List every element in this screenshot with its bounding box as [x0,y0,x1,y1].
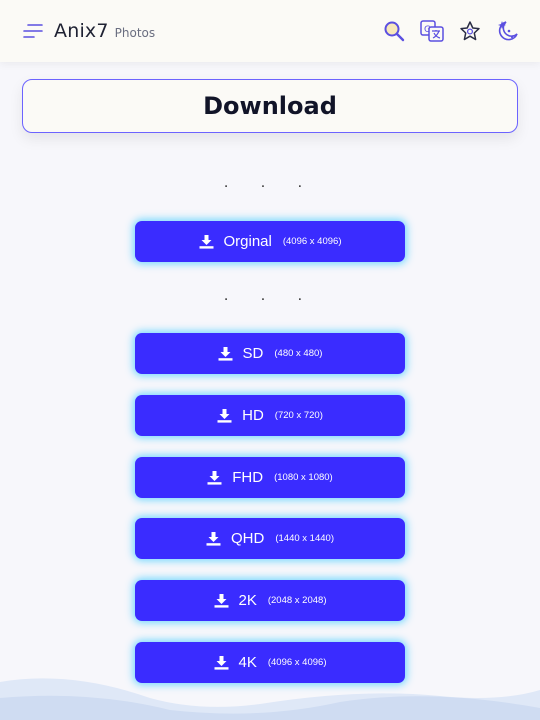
star-badge-icon[interactable] [458,19,482,43]
download-icon [207,470,222,485]
bottom-wave-decoration [0,678,540,720]
separator-dots: . . . [223,287,317,304]
download-label: FHD [232,469,264,486]
download-resolution: (720 x 720) [274,410,323,421]
app-name: Anix7 [54,20,109,42]
moon-stars-icon[interactable] [496,19,520,43]
app-section: Photos [114,26,156,40]
download-icon [206,531,221,546]
download-label: SD [242,345,264,362]
download-label: 2K [238,592,257,609]
download-resolution: (1440 x 1440) [275,533,334,544]
download-sd-button[interactable]: SD (480 x 480) [135,333,405,374]
download-resolution: (4096 x 4096) [282,236,342,247]
download-title-card: Download [22,79,518,133]
download-label: HD [242,407,264,424]
download-resolution: (4096 x 4096) [267,657,327,668]
separator-dots: . . . [223,174,317,191]
download-hd-button[interactable]: HD (720 x 720) [135,395,405,436]
download-resolution: (1080 x 1080) [274,472,333,483]
page-title: Download [203,92,337,120]
download-qhd-button[interactable]: QHD (1440 x 1440) [135,518,405,559]
download-icon [214,593,229,608]
translate-icon[interactable]: G [420,19,444,43]
menu-icon[interactable] [22,22,44,40]
header-actions: G [382,19,520,43]
download-original-button[interactable]: Orginal (4096 x 4096) [135,221,405,262]
download-2k-button[interactable]: 2K (2048 x 2048) [135,580,405,621]
download-icon [218,346,233,361]
download-icon [217,408,232,423]
download-fhd-button[interactable]: FHD (1080 x 1080) [135,457,405,498]
download-icon [199,234,214,249]
download-resolution: (2048 x 2048) [267,595,327,606]
download-label: Orginal [223,233,272,250]
brand[interactable]: Anix7 Photos [54,20,155,42]
download-label: QHD [231,530,265,547]
top-app-bar: Anix7 Photos G [0,0,540,62]
search-icon[interactable] [382,19,406,43]
download-resolution: (480 x 480) [274,348,323,359]
